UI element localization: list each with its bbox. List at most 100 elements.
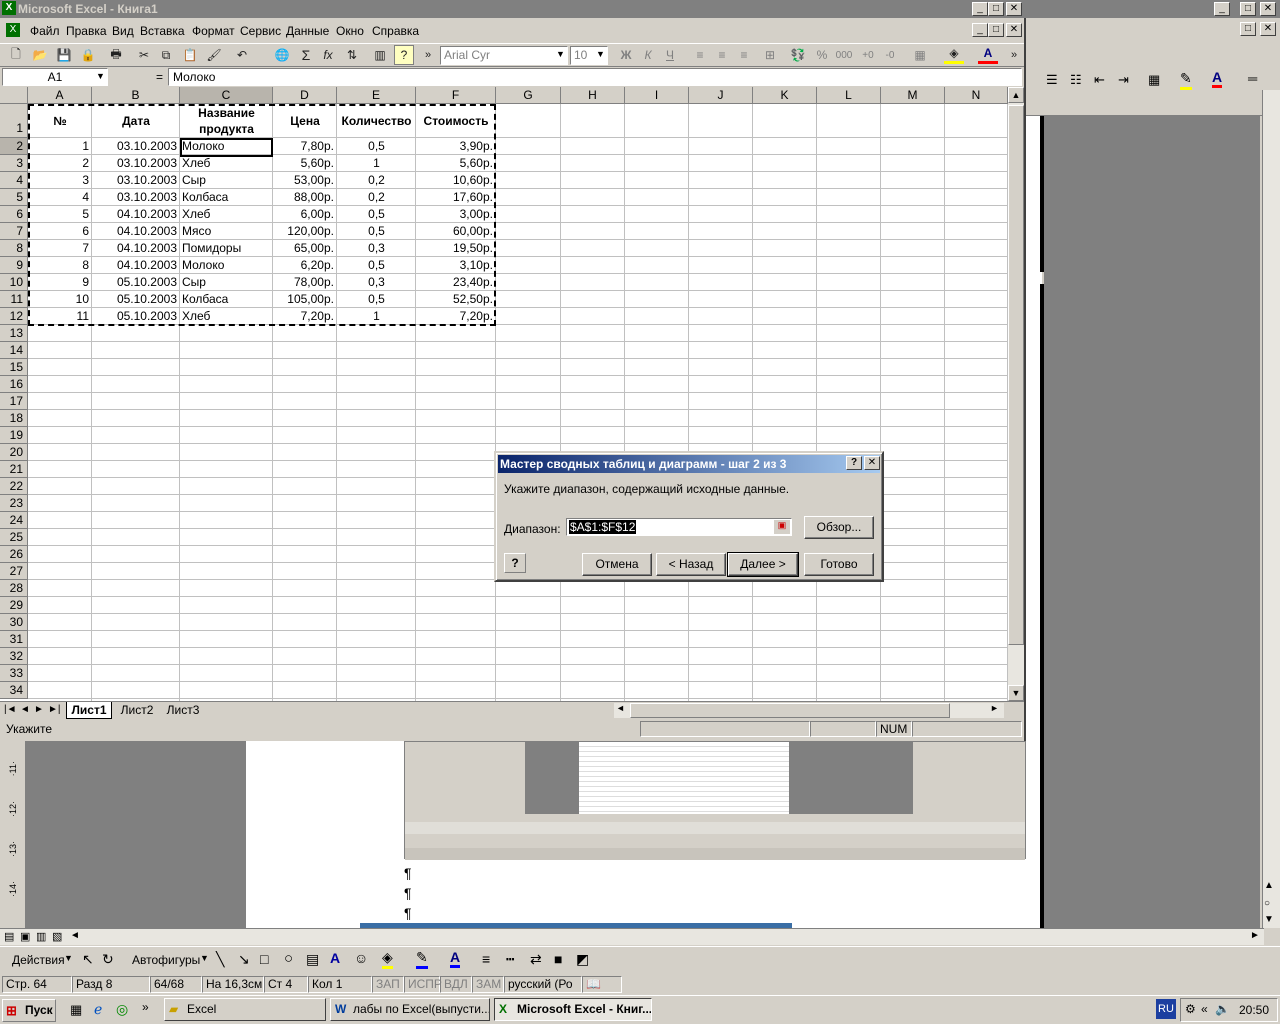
normal-view-icon[interactable]: ▤	[4, 930, 14, 943]
font-color-icon[interactable]: A	[978, 44, 998, 64]
draw-actions-menu[interactable]: Действия	[12, 953, 65, 967]
table-cell[interactable]: 2	[28, 155, 92, 172]
table-cell[interactable]: 52,50р.	[416, 291, 496, 308]
column-header[interactable]: D	[273, 87, 337, 104]
clock[interactable]: 20:50	[1239, 1003, 1269, 1017]
scroll-down-icon[interactable]: ▼	[1008, 685, 1024, 701]
table-cell[interactable]: 6	[28, 223, 92, 240]
line-style-icon[interactable]: ≡	[482, 951, 490, 967]
column-header[interactable]: A	[28, 87, 92, 104]
menu-tools[interactable]: Сервис	[240, 24, 281, 38]
bullet-list-icon[interactable]: ☷	[1070, 72, 1082, 88]
row-header[interactable]: 27	[0, 563, 28, 580]
row-header[interactable]: 18	[0, 410, 28, 427]
autosum-icon[interactable]: Σ	[296, 45, 316, 65]
table-cell[interactable]: 10,60р.	[416, 172, 496, 189]
table-cell[interactable]: 0,3	[337, 274, 416, 291]
table-cell[interactable]: Молоко	[180, 257, 273, 274]
table-cell[interactable]: 9	[28, 274, 92, 291]
dialog-help-button[interactable]: ?	[846, 456, 862, 470]
highlight-icon[interactable]: ✎	[1180, 70, 1192, 90]
table-cell[interactable]: 04.10.2003	[92, 240, 180, 257]
table-cell[interactable]: 03.10.2003	[92, 189, 180, 206]
row-header[interactable]: 34	[0, 682, 28, 699]
table-cell[interactable]: 03.10.2003	[92, 172, 180, 189]
row-header[interactable]: 11	[0, 291, 28, 308]
word-doc-close-button[interactable]: ✕	[1260, 22, 1276, 36]
back-button[interactable]: < Назад	[656, 553, 726, 576]
word-horizontal-scrollbar[interactable]: ▤ ▣ ▥ ▧ ◄ ►	[0, 928, 1264, 945]
finish-button[interactable]: Готово	[804, 553, 874, 576]
next-button[interactable]: Далее >	[727, 552, 799, 577]
table-cell[interactable]: 3,00р.	[416, 206, 496, 223]
quicklaunch-more-icon[interactable]: »	[142, 1000, 149, 1014]
row-header[interactable]: 20	[0, 444, 28, 461]
line-icon[interactable]: ╲	[216, 951, 224, 968]
first-sheet-icon[interactable]: |◄	[4, 704, 17, 715]
menu-format[interactable]: Формат	[192, 24, 235, 38]
row-header[interactable]: 23	[0, 495, 28, 512]
font-name-select[interactable]: Arial Cyr	[440, 46, 568, 65]
range-input[interactable]: $A$1:$F$12 ▣	[566, 518, 792, 536]
table-cell[interactable]: 53,00р.	[273, 172, 337, 189]
taskbar-item-excel-folder[interactable]: ▰ Excel	[164, 998, 326, 1021]
prev-sheet-icon[interactable]: ◄	[20, 704, 30, 715]
cut-icon[interactable]: ✂	[134, 45, 154, 65]
column-header[interactable]: L	[817, 87, 881, 104]
table-cell[interactable]: Хлеб	[180, 206, 273, 223]
table-cell[interactable]: Сыр	[180, 274, 273, 291]
table-cell[interactable]: 0,2	[337, 172, 416, 189]
network-icon[interactable]: ⚙	[1185, 1002, 1196, 1016]
arrow-icon[interactable]: ↘	[238, 951, 250, 968]
table-cell[interactable]: 03.10.2003	[92, 138, 180, 155]
select-all-corner[interactable]	[0, 87, 28, 104]
column-header[interactable]: K	[753, 87, 817, 104]
row-header[interactable]: 33	[0, 665, 28, 682]
row-header[interactable]: 12	[0, 308, 28, 325]
font-color-icon[interactable]: A	[450, 949, 461, 968]
workbook-restore-button[interactable]: □	[988, 23, 1004, 37]
wordart-icon[interactable]: A	[330, 950, 340, 966]
row-header[interactable]: 28	[0, 580, 28, 597]
table-cell[interactable]: 7	[28, 240, 92, 257]
increase-indent-icon[interactable]: ⇥	[1118, 72, 1129, 88]
name-box[interactable]: A1	[2, 68, 108, 86]
table-cell[interactable]: Сыр	[180, 172, 273, 189]
scroll-down-icon[interactable]: ▼	[1264, 914, 1274, 925]
scroll-up-icon[interactable]: ▲	[1264, 880, 1274, 891]
menu-view[interactable]: Вид	[112, 24, 134, 38]
hyperlink-icon[interactable]: 🌐	[272, 45, 292, 65]
table-cell[interactable]: 105,00р.	[273, 291, 337, 308]
row-header[interactable]: 14	[0, 342, 28, 359]
show-desktop-icon[interactable]: ▦	[70, 1002, 82, 1018]
row-header[interactable]: 5	[0, 189, 28, 206]
web-view-icon[interactable]: ▣	[20, 930, 30, 943]
row-header[interactable]: 9	[0, 257, 28, 274]
column-header[interactable]: I	[625, 87, 689, 104]
workbook-minimize-button[interactable]: _	[972, 23, 988, 37]
spelling-status-icon[interactable]: 📖	[582, 976, 622, 993]
permission-icon[interactable]: 🔒	[78, 45, 98, 65]
row-header[interactable]: 1	[0, 104, 28, 138]
print-icon[interactable]: 🖶	[106, 45, 126, 65]
table-cell[interactable]: 5,60р.	[273, 155, 337, 172]
toolbar-options-icon[interactable]: »	[418, 45, 438, 65]
font-color-icon[interactable]: A	[1212, 69, 1223, 88]
row-header[interactable]: 15	[0, 359, 28, 376]
table-cell[interactable]: Молоко	[180, 138, 273, 155]
rectangle-icon[interactable]: □	[260, 951, 268, 967]
scroll-up-icon[interactable]: ▲	[1008, 87, 1024, 103]
status-overtype[interactable]: ЗАМ	[472, 976, 504, 993]
sort-icon[interactable]: ⇅	[342, 45, 362, 65]
word-close-button[interactable]: ✕	[1260, 2, 1276, 16]
numbered-list-icon[interactable]: ☰	[1046, 72, 1058, 88]
row-header[interactable]: 8	[0, 240, 28, 257]
chart-wizard-icon[interactable]: ▥	[370, 45, 390, 65]
row-header[interactable]: 17	[0, 393, 28, 410]
excel-app-icon[interactable]: X	[2, 1, 16, 15]
table-cell[interactable]: Помидоры	[180, 240, 273, 257]
align-right-icon[interactable]: ≡	[734, 45, 754, 65]
minimize-button[interactable]: _	[972, 2, 988, 16]
table-cell[interactable]: 05.10.2003	[92, 274, 180, 291]
scroll-left-icon[interactable]: ◄	[616, 703, 625, 713]
